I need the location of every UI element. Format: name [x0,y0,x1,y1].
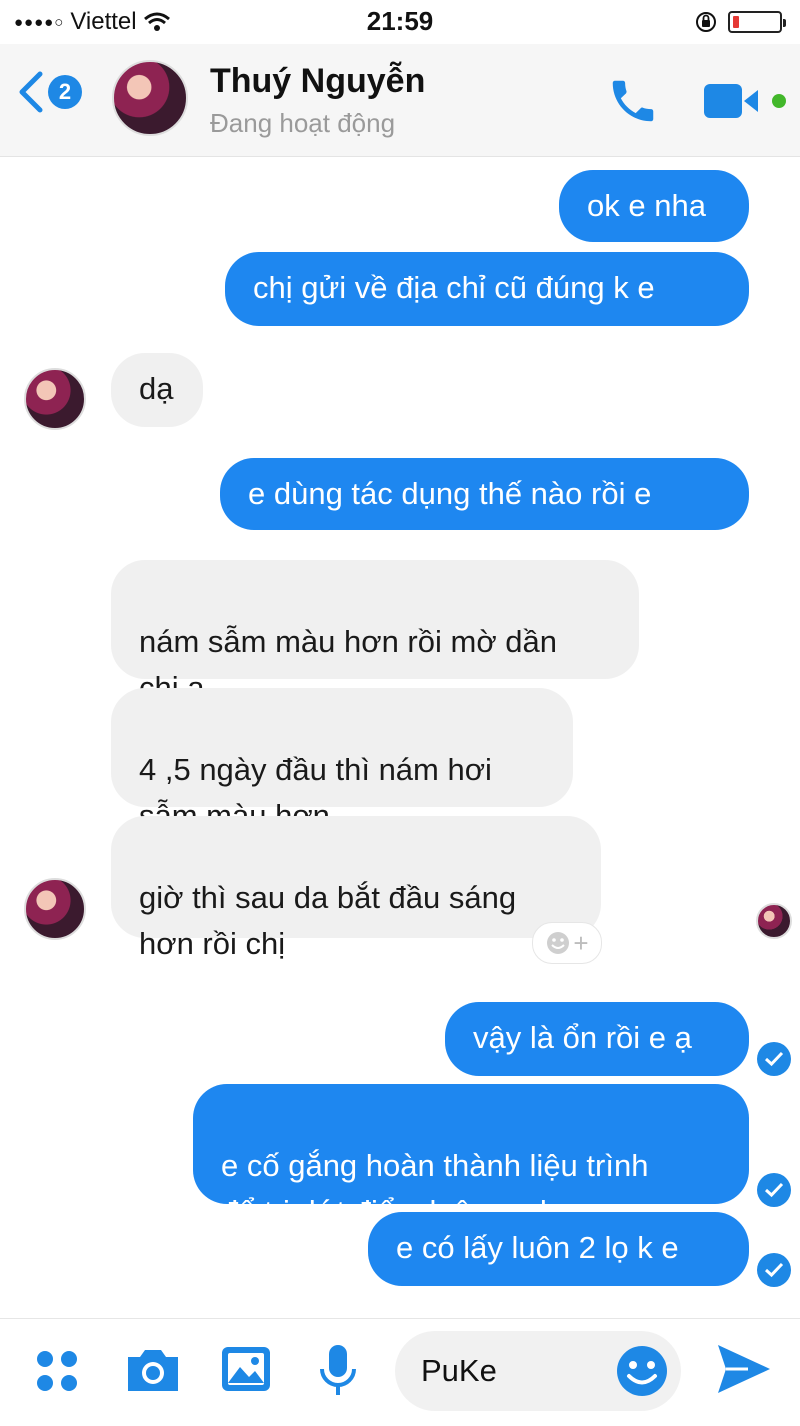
status-bar: ●●●●○ Viettel 21:59 [0,0,800,44]
send-button[interactable] [714,1341,774,1402]
unread-badge: 2 [48,75,82,109]
message-bubble-out[interactable]: e có lấy luôn 2 lọ k e [368,1212,749,1286]
phone-icon [612,80,654,122]
voice-button[interactable] [318,1343,358,1404]
camera-icon [128,1350,178,1391]
message-text: e dùng tác dụng thế nào rồi e [248,476,652,511]
contact-name[interactable]: Thuý Nguyễn [210,62,425,101]
sent-check-icon [757,1173,791,1207]
apps-button[interactable] [34,1343,80,1400]
message-text: chị gửi về địa chỉ cũ đúng k e [253,270,655,305]
message-text: ok e nha [587,188,706,223]
image-icon [222,1347,270,1391]
sender-avatar[interactable] [24,878,86,940]
chevron-left-icon [19,71,43,113]
video-icon [704,84,758,118]
online-indicator [772,94,786,108]
message-input-value: PuKe [421,1353,497,1388]
back-button[interactable]: 2 [16,70,82,114]
check-icon [764,1262,784,1278]
seen-avatar [756,903,792,939]
chat-header: 2 Thuý Nguyễn Đang hoạt động [0,44,800,157]
video-call-button[interactable] [704,82,786,120]
send-icon [718,1345,770,1393]
message-bubble-in[interactable]: nám sẫm màu hơn rồi mờ dần chị ạ [111,560,639,705]
battery-icon [728,11,786,33]
status-right [694,10,786,34]
check-icon [764,1182,784,1198]
check-icon [764,1051,784,1067]
plus-icon: + [573,927,589,958]
message-text: vậy là ổn rồi e ạ [473,1020,692,1055]
add-reaction-button[interactable]: + [532,922,602,964]
sent-check-icon [757,1253,791,1287]
message-bubble-out[interactable]: ok e nha [559,170,749,242]
message-bubble-out[interactable]: vậy là ổn rồi e ạ [445,1002,749,1076]
apps-icon [37,1351,77,1391]
gallery-button[interactable] [220,1343,272,1400]
message-text: dạ [139,371,174,406]
message-bubble-out[interactable]: chị gửi về địa chỉ cũ đúng k e [225,252,749,326]
message-bubble-in[interactable]: dạ [111,353,203,427]
composer-bar: PuKe [0,1318,800,1426]
camera-button[interactable] [124,1343,182,1400]
mic-icon [320,1345,356,1395]
contact-status: Đang hoạt động [210,108,396,138]
emoji-button[interactable] [614,1343,670,1404]
message-bubble-in[interactable]: giờ thì sau da bắt đầu sáng hơn rồi chị [111,816,601,961]
sender-avatar[interactable] [24,368,86,430]
orientation-lock-icon [696,12,716,32]
contact-avatar[interactable] [112,60,188,136]
message-text: giờ thì sau da bắt đầu sáng hơn rồi chị [139,880,517,961]
call-button[interactable] [606,74,660,133]
sent-check-icon [757,1042,791,1076]
message-bubble-out[interactable]: e cố gắng hoàn thành liệu trình để trị d… [193,1084,749,1229]
clock: 21:59 [366,6,434,36]
emoji-icon [547,932,570,954]
emoji-icon [617,1346,667,1396]
message-text: e có lấy luôn 2 lọ k e [396,1230,679,1265]
battery-level [733,16,739,28]
message-bubble-in[interactable]: 4 ,5 ngày đầu thì nám hơi sẫm màu hơn [111,688,573,833]
message-bubble-out[interactable]: e dùng tác dụng thế nào rồi e [220,458,749,530]
